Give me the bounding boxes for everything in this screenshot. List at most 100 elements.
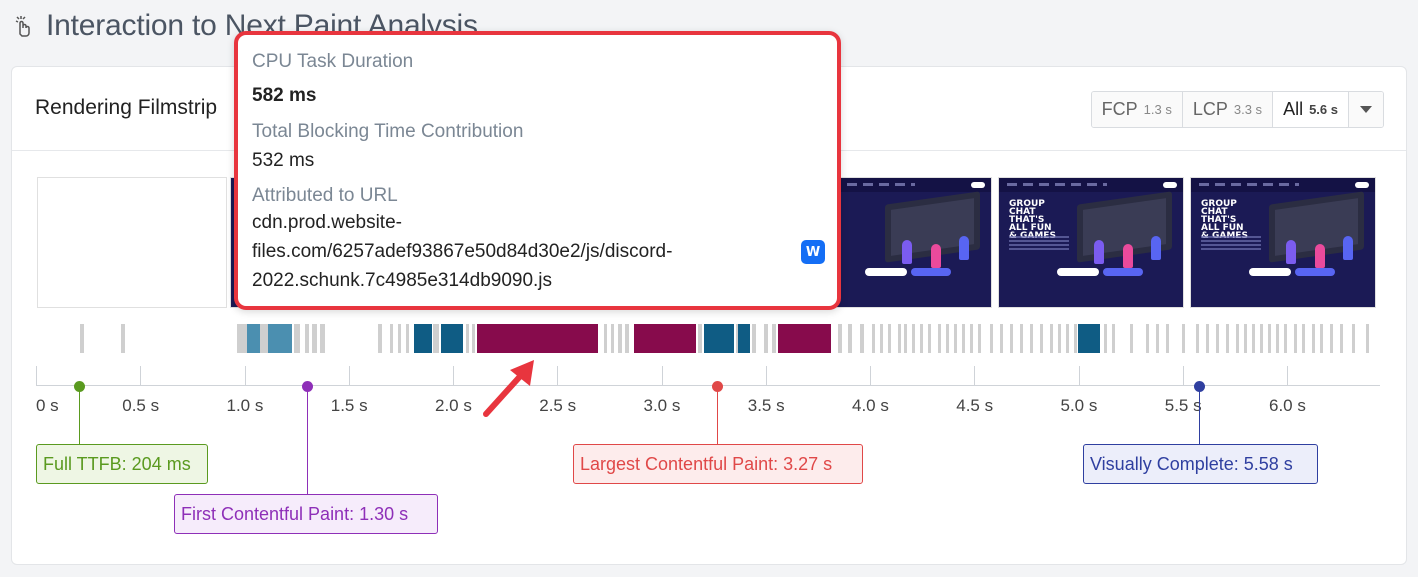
filmstrip-frame[interactable]: GROUP CHAT THAT'S ALL FUN & GAMES [998,177,1184,308]
task-bar[interactable] [1284,324,1287,353]
marker-dot[interactable] [712,381,723,392]
task-bar[interactable] [1366,324,1369,353]
task-bar[interactable] [320,324,325,353]
range-option-lcp[interactable]: LCP 3.3 s [1182,92,1274,127]
task-bar[interactable] [1040,324,1043,353]
marker-label[interactable]: Largest Contentful Paint: 3.27 s [573,444,863,484]
task-bar[interactable] [938,324,941,353]
filmstrip-frame[interactable]: GROUP CHAT THAT'S ALL FUN & GAMES [1190,177,1376,308]
task-bar[interactable] [698,324,702,353]
task-bar[interactable] [247,324,260,353]
task-bar[interactable] [1020,324,1023,353]
task-bar[interactable] [1236,324,1239,353]
task-bar[interactable] [237,324,247,353]
task-bar[interactable] [962,324,965,353]
task-bar[interactable] [1206,324,1209,353]
task-bar[interactable] [738,324,750,353]
task-bar[interactable] [880,324,883,353]
long-task-bar[interactable] [778,324,831,353]
task-bar[interactable] [1000,324,1003,353]
task-bar[interactable] [1010,324,1013,353]
task-bar[interactable] [312,324,317,353]
task-bar[interactable] [1268,324,1271,353]
task-bar[interactable] [305,324,309,353]
task-bar[interactable] [1182,324,1185,353]
task-bar[interactable] [466,324,469,353]
task-bar[interactable] [378,324,382,353]
task-bar[interactable] [912,324,915,353]
marker-label[interactable]: Visually Complete: 5.58 s [1083,444,1318,484]
task-bar[interactable] [1156,324,1159,353]
task-bar[interactable] [1112,324,1115,353]
task-bar[interactable] [838,324,842,353]
task-bar[interactable] [1146,324,1149,353]
task-bar[interactable] [1058,324,1061,353]
task-bar[interactable] [1260,324,1263,353]
task-bar[interactable] [970,324,973,353]
task-bar[interactable] [294,324,300,353]
task-bar[interactable] [888,324,891,353]
task-bar[interactable] [772,324,776,353]
task-bar[interactable] [1196,324,1199,353]
marker-label[interactable]: Full TTFB: 204 ms [36,444,208,484]
task-bar[interactable] [268,324,292,353]
long-task-bar[interactable] [477,324,598,353]
task-bar[interactable] [954,324,957,353]
attributed-url[interactable]: cdn.prod.website-files.com/6257adef93867… [252,208,772,295]
task-bar[interactable] [1340,324,1343,353]
task-bar[interactable] [406,324,409,353]
task-bar[interactable] [978,324,981,353]
task-bar[interactable] [472,324,475,353]
range-dropdown-button[interactable] [1349,92,1383,127]
marker-label[interactable]: First Contentful Paint: 1.30 s [174,494,438,534]
task-bar[interactable] [121,324,125,353]
task-bar[interactable] [414,324,432,353]
task-bar[interactable] [898,324,901,353]
task-bar[interactable] [860,324,864,353]
task-bar[interactable] [1330,324,1333,353]
task-bar[interactable] [1130,324,1133,353]
task-bar[interactable] [441,324,463,353]
task-bar[interactable] [1320,324,1323,353]
marker-dot[interactable] [302,381,313,392]
task-bar[interactable] [398,324,401,353]
task-bar[interactable] [1066,324,1069,353]
task-bar[interactable] [1030,324,1033,353]
task-bar[interactable] [1104,324,1107,353]
task-bar[interactable] [764,324,768,353]
filmstrip-frame-blank[interactable] [37,177,227,308]
task-bar[interactable] [848,324,852,353]
task-bar[interactable] [1216,324,1219,353]
task-bar[interactable] [872,324,875,353]
task-bar[interactable] [904,324,907,353]
task-bar[interactable] [1166,324,1169,353]
task-bar[interactable] [704,324,734,353]
task-bar[interactable] [433,324,439,353]
task-bar[interactable] [1050,324,1053,353]
task-bar[interactable] [625,324,629,353]
task-bar[interactable] [611,324,614,353]
task-bar[interactable] [1074,324,1077,353]
range-option-fcp[interactable]: FCP 1.3 s [1091,92,1183,127]
task-bar[interactable] [920,324,923,353]
task-bar[interactable] [618,324,622,353]
task-bar[interactable] [260,324,268,353]
task-bar[interactable] [1312,324,1315,353]
task-bar[interactable] [1078,324,1100,353]
task-bar[interactable] [1276,324,1279,353]
task-bar[interactable] [1352,324,1355,353]
task-bar[interactable] [928,324,931,353]
task-bar[interactable] [80,324,84,353]
task-bar[interactable] [1302,324,1305,353]
long-task-bar[interactable] [634,324,696,353]
task-bar[interactable] [946,324,949,353]
task-bar[interactable] [390,324,393,353]
task-bar[interactable] [990,324,993,353]
task-bar[interactable] [1244,324,1247,353]
task-bar[interactable] [1252,324,1255,353]
marker-dot[interactable] [74,381,85,392]
task-bar[interactable] [752,324,756,353]
marker-dot[interactable] [1194,381,1205,392]
task-bar[interactable] [604,324,607,353]
task-bar[interactable] [1226,324,1229,353]
